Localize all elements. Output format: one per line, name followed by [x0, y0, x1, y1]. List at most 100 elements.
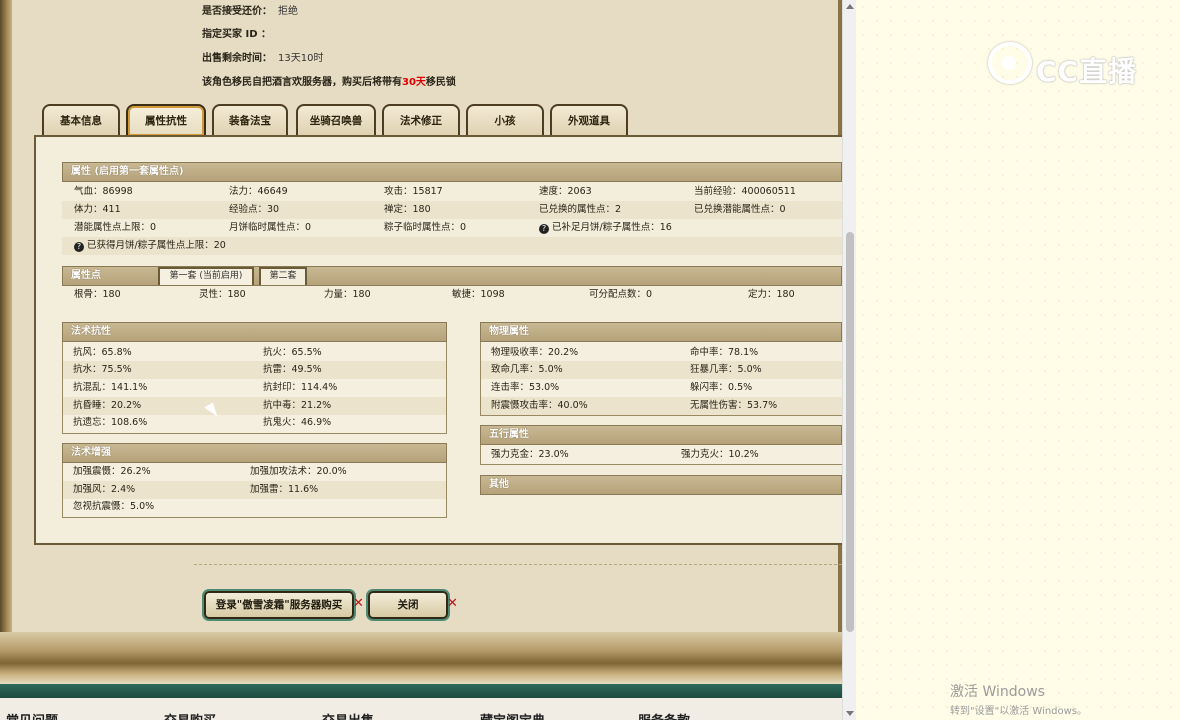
phys-dodge: 躲闪率：0.5%: [690, 382, 753, 393]
close-x-icon: ✕: [447, 596, 458, 611]
attr-exp-points: 经验点：30: [229, 204, 280, 215]
bargain-row: 是否接受还价： 拒绝: [202, 2, 298, 17]
boost-thunder: 加强雷：11.6%: [250, 484, 319, 495]
bargain-value: 拒绝: [278, 6, 298, 17]
elem-fire: 强力克火：10.2%: [681, 449, 759, 460]
resist-row: 抗昏睡：20.2% 抗中毒：21.2%: [63, 397, 446, 415]
footer-link-buy[interactable]: 交易购买: [164, 710, 216, 720]
frame-bottom-border: [0, 632, 842, 684]
resist-row: 抗风：65.8% 抗火：65.5%: [63, 344, 446, 362]
point-constitution: 根骨：180: [74, 289, 121, 300]
resist-row: 抗遗忘：108.6% 抗鬼火：46.9%: [63, 414, 446, 432]
boost-row: 加强风：2.4% 加强雷：11.6%: [63, 481, 446, 499]
resist-sleep: 抗昏睡：20.2%: [73, 400, 142, 411]
elem-metal: 强力克金：23.0%: [491, 449, 569, 460]
points-row: 根骨：180 灵性：180 力量：180 敏捷：1098 可分配点数：0 定力：…: [62, 286, 842, 304]
divider: [194, 564, 842, 565]
magic-boost-header: 法术增强: [62, 443, 447, 463]
migrate-text: 该角色移民自把酒言欢服务器，购买后将带有: [202, 77, 402, 88]
attributes-row: 气血：86998 法力：46649 攻击：15817 速度：2063 当前经验：…: [62, 183, 842, 201]
resist-ghostfire: 抗鬼火：46.9%: [263, 417, 332, 428]
time-value: 13天10时: [278, 53, 324, 64]
frame-left-border: [0, 0, 12, 650]
boost-row: 加强震慑：26.2% 加强加攻法术：20.0%: [63, 463, 446, 481]
resist-wind: 抗风：65.8%: [73, 347, 132, 358]
resist-row: 抗混乱：141.1% 抗封印：114.4%: [63, 379, 446, 397]
login-buy-button[interactable]: 登录"傲雪凌霜"服务器购买: [204, 591, 354, 619]
cc-live-logo-icon: [988, 42, 1032, 84]
migrate-days: 30天: [402, 77, 426, 88]
resist-seal: 抗封印：114.4%: [263, 382, 338, 393]
frame-green-band: [0, 684, 842, 698]
point-strength: 力量：180: [324, 289, 371, 300]
resist-water: 抗水：75.5%: [73, 364, 132, 375]
activate-windows-hint: 转到"设置"以激活 Windows。: [950, 706, 1088, 717]
phys-frenzy: 狂暴几率：5.0%: [690, 364, 762, 375]
tab-child[interactable]: 小孩: [466, 104, 544, 136]
watermark-text: CC直播: [1036, 55, 1138, 88]
resist-poison: 抗中毒：21.2%: [263, 400, 332, 411]
scroll-down-icon[interactable]: [846, 711, 854, 716]
tab-points-set-2[interactable]: 第二套: [259, 267, 307, 285]
tab-equipment[interactable]: 装备法宝: [212, 104, 288, 136]
buyer-row: 指定买家 ID ：: [202, 25, 271, 40]
attributes-header: 属性 (启用第一套属性点): [62, 162, 842, 182]
footer-link-guide[interactable]: 藏宝阁宝典: [480, 710, 545, 720]
vertical-scrollbar[interactable]: [842, 0, 856, 720]
footer-link-sell[interactable]: 交易出售: [322, 710, 374, 720]
physical-row: 连击率：53.0% 躲闪率：0.5%: [481, 379, 842, 397]
attr-obtained-cap: ? 已获得月饼/粽子属性点上限：20: [74, 237, 226, 255]
footer-link-faq[interactable]: 常见问题: [6, 710, 58, 720]
resist-forget: 抗遗忘：108.6%: [73, 417, 148, 428]
scroll-up-icon[interactable]: [846, 4, 854, 9]
point-unallocated: 可分配点数：0: [589, 289, 653, 300]
activate-windows-title: 激活 Windows: [950, 684, 1045, 700]
boost-wind: 加强风：2.4%: [73, 484, 136, 495]
time-label: 出售剩余时间：: [202, 53, 272, 64]
attributes-row: 潜能属性点上限：0 月饼临时属性点：0 粽子临时属性点：0 ? 已补足月饼/粽子属…: [62, 219, 842, 237]
boost-ignore-shock: 忽视抗震慑：5.0%: [73, 501, 155, 512]
attr-stamina: 体力：411: [74, 204, 121, 215]
footer-link-terms[interactable]: 服务条款: [638, 710, 690, 720]
attr-exp: 当前经验：400060511: [694, 186, 796, 197]
attr-filled-points: ? 已补足月饼/粽子属性点：16: [539, 219, 672, 237]
tab-mounts-summons[interactable]: 坐骑召唤兽: [296, 104, 376, 136]
help-icon[interactable]: ?: [74, 242, 84, 252]
tab-spell-fix[interactable]: 法术修正: [382, 104, 460, 136]
tab-basic-info[interactable]: 基本信息: [42, 104, 120, 136]
attr-zongzi-temp: 粽子临时属性点：0: [384, 222, 467, 233]
attr-mp: 法力：46649: [229, 186, 288, 197]
tab-appearance[interactable]: 外观道具: [550, 104, 628, 136]
attr-hp: 气血：86998: [74, 186, 133, 197]
physical-header: 物理属性: [480, 322, 842, 342]
attr-mooncake-temp: 月饼临时属性点：0: [229, 222, 312, 233]
elements-header: 五行属性: [480, 425, 842, 445]
desktop-background: [856, 0, 1180, 720]
boost-shock: 加强震慑：26.2%: [73, 466, 151, 477]
attr-speed: 速度：2063: [539, 186, 592, 197]
tab-points-set-1[interactable]: 第一套 (当前启用): [158, 267, 254, 285]
buyer-label: 指定买家 ID ：: [202, 29, 271, 40]
tab-attributes[interactable]: 属性抗性: [126, 104, 206, 136]
attributes-row: 体力：411 经验点：30 禅定：180 已兑换的属性点：2 已兑换潜能属性点：…: [62, 201, 842, 219]
help-icon[interactable]: ?: [539, 224, 549, 234]
physical-row: 物理吸收率：20.2% 命中率：78.1%: [481, 344, 842, 362]
migrate-suffix: 移民锁: [425, 77, 456, 88]
other-header: 其他: [480, 475, 842, 495]
attributes-row: ? 已获得月饼/粽子属性点上限：20: [62, 237, 842, 255]
phys-combo: 连击率：53.0%: [491, 382, 560, 393]
close-button[interactable]: 关闭: [368, 591, 448, 619]
phys-shock-attack: 附震慑攻击率：40.0%: [491, 400, 588, 411]
phys-absorb: 物理吸收率：20.2%: [491, 347, 579, 358]
time-row: 出售剩余时间： 13天10时: [202, 49, 323, 64]
boost-row: 忽视抗震慑：5.0%: [63, 498, 446, 516]
bargain-label: 是否接受还价：: [202, 6, 272, 17]
magic-resist-header: 法术抗性: [62, 322, 447, 342]
phys-nonelemental: 无属性伤害：53.7%: [690, 400, 778, 411]
point-focus: 定力：180: [748, 289, 795, 300]
scrollbar-thumb[interactable]: [846, 232, 854, 632]
resist-row: 抗水：75.5% 抗雷：49.5%: [63, 361, 446, 379]
point-spirit: 灵性：180: [199, 289, 246, 300]
boost-attack-spell: 加强加攻法术：20.0%: [250, 466, 347, 477]
migrate-row: 该角色移民自把酒言欢服务器，购买后将带有30天移民锁: [202, 73, 456, 88]
